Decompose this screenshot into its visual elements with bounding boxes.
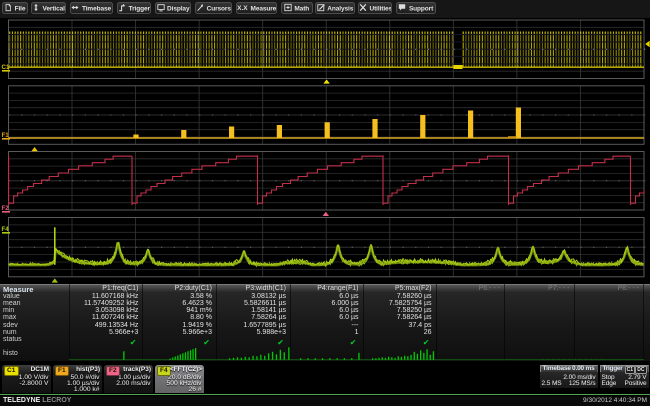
svg-text:F1: F1 — [2, 132, 10, 139]
svg-text:F2: F2 — [2, 205, 10, 212]
svg-text:C1: C1 — [2, 64, 10, 71]
svg-text:X.X: X.X — [237, 4, 248, 11]
svg-text:F4: F4 — [2, 226, 10, 233]
